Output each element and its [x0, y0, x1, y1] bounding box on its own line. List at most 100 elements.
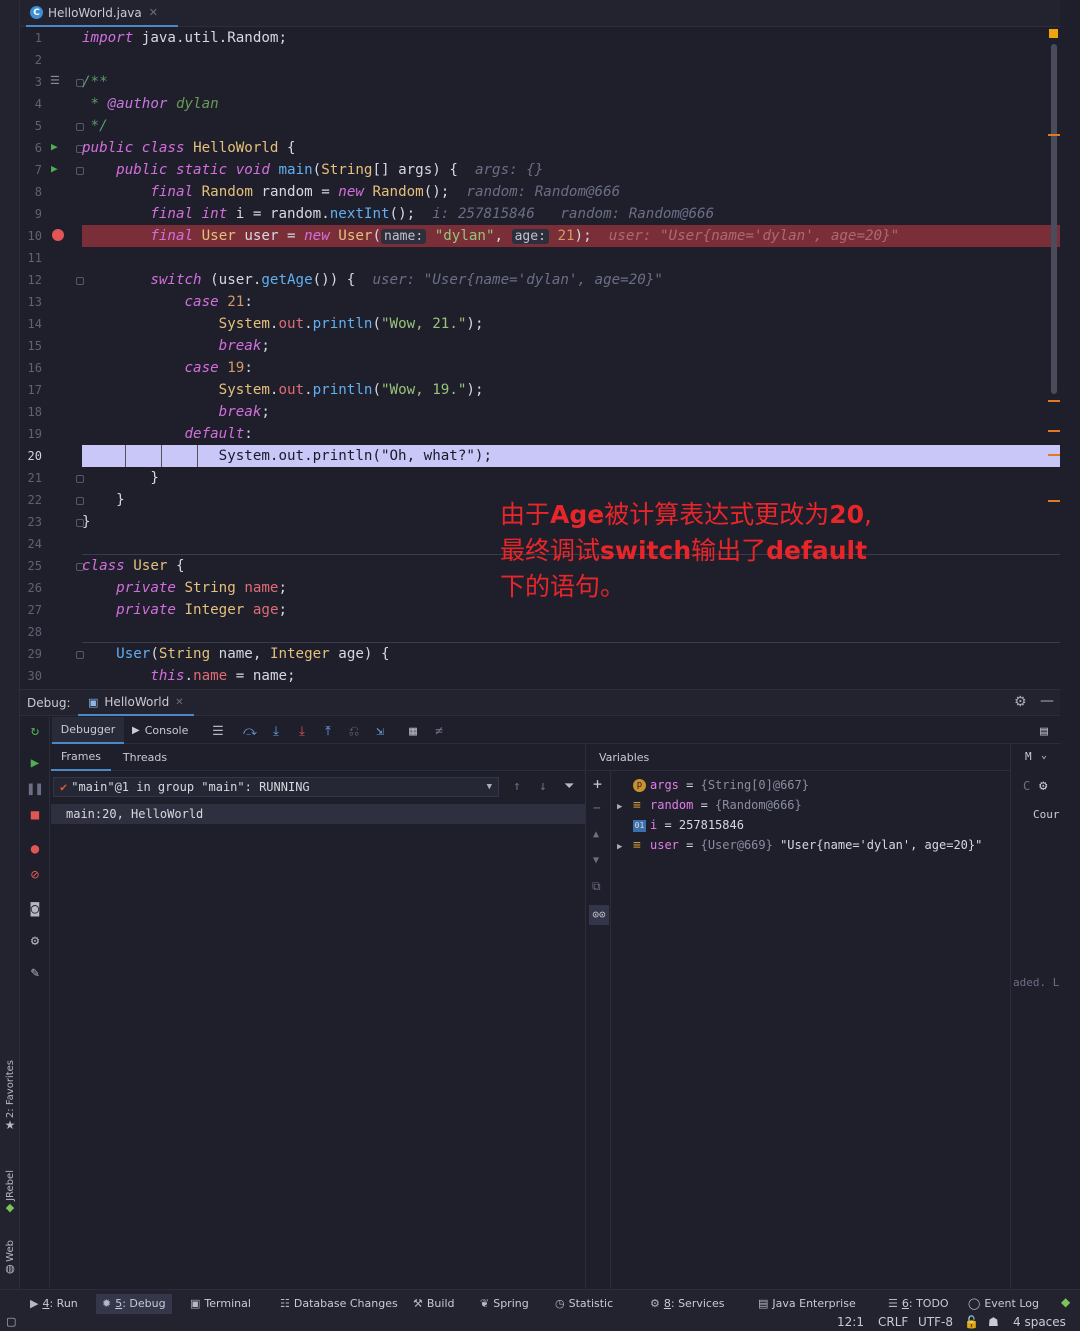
- close-icon[interactable]: ✕: [175, 697, 183, 708]
- tab-debugger[interactable]: Debugger: [52, 717, 124, 744]
- run-to-cursor-icon[interactable]: ⇲: [370, 721, 390, 741]
- debug-session-tab[interactable]: ▣ HelloWorld ✕: [78, 690, 194, 716]
- editor-tab-helloworld[interactable]: C HelloWorld.java ✕: [26, 0, 178, 27]
- line-number[interactable]: 9: [20, 203, 42, 225]
- line-number[interactable]: 6: [20, 137, 42, 159]
- step-into-icon[interactable]: ⤓: [266, 721, 286, 741]
- line-number[interactable]: 18: [20, 401, 42, 423]
- line-number[interactable]: 22: [20, 489, 42, 511]
- trace-icon[interactable]: ≠: [429, 721, 449, 741]
- expand-arrow-icon[interactable]: ▶: [617, 837, 633, 857]
- run-gutter-icon[interactable]: ▶: [51, 162, 58, 175]
- line-number[interactable]: 15: [20, 335, 42, 357]
- tool-tab-3[interactable]: ▣ Terminal: [190, 1294, 251, 1314]
- line-number[interactable]: 3: [20, 71, 42, 93]
- tool-tab-5[interactable]: ⚒ Build: [413, 1294, 455, 1314]
- variable-row[interactable]: ▶ ≡ random = {Random@666}: [617, 795, 802, 815]
- pin-icon[interactable]: ✎: [20, 961, 50, 985]
- arrow-down-icon[interactable]: ↓: [539, 779, 547, 794]
- line-number[interactable]: 11: [20, 247, 42, 269]
- line-number[interactable]: 29: [20, 643, 42, 665]
- jrebel-tab[interactable]: JRebel ◆: [0, 1170, 20, 1230]
- view-breakpoints-icon[interactable]: ●: [20, 837, 50, 861]
- restore-layout-icon[interactable]: ▤: [1034, 721, 1054, 741]
- step-over-icon[interactable]: ⤼: [240, 721, 260, 741]
- pause-icon[interactable]: ❚❚: [20, 777, 50, 801]
- stop-icon[interactable]: ■: [20, 803, 50, 827]
- line-number[interactable]: 14: [20, 313, 42, 335]
- line-separator[interactable]: CRLF: [878, 1313, 908, 1331]
- line-number[interactable]: 21: [20, 467, 42, 489]
- thread-selector[interactable]: ✔ "main"@1 in group "main": RUNNING ▼: [53, 777, 499, 797]
- layout-toggle-icon[interactable]: ▢: [6, 1315, 16, 1328]
- line-number[interactable]: 5: [20, 115, 42, 137]
- copy-icon[interactable]: ⧉: [592, 879, 601, 894]
- tab-frames[interactable]: Frames: [51, 744, 111, 771]
- rerun-icon[interactable]: ↻: [20, 719, 50, 743]
- add-watch-icon[interactable]: +: [593, 775, 602, 793]
- line-number[interactable]: 17: [20, 379, 42, 401]
- variable-row[interactable]: ▶ ≡ user = {User@669} "User{name='dylan', …: [617, 835, 982, 855]
- error-stripe-marker[interactable]: [1048, 134, 1060, 136]
- line-number[interactable]: 4: [20, 93, 42, 115]
- scrollbar-thumb[interactable]: [1051, 44, 1057, 394]
- step-out-icon[interactable]: ⤒: [318, 721, 338, 741]
- line-number[interactable]: 8: [20, 181, 42, 203]
- tool-tab-11[interactable]: ◯ Event Log: [968, 1294, 1039, 1314]
- remove-watch-icon[interactable]: −: [593, 801, 601, 816]
- error-stripe-marker[interactable]: [1048, 400, 1060, 402]
- move-up-icon[interactable]: ▲: [593, 829, 599, 840]
- settings-icon[interactable]: ⚙: [20, 929, 50, 953]
- line-number[interactable]: 26: [20, 577, 42, 599]
- editor-gutter[interactable]: 1 2 3 4 5 6 7 8 9 10 11 12 13 14 15 16 17 18 19 20 21 22 23 24 2…: [20, 27, 84, 687]
- frames-layout-icon[interactable]: ☰: [208, 721, 228, 741]
- evaluate-expression-icon[interactable]: ▦: [403, 721, 423, 741]
- line-number[interactable]: 28: [20, 621, 42, 643]
- drop-frame-icon[interactable]: ⎌: [344, 721, 364, 741]
- line-number[interactable]: 10: [20, 225, 42, 247]
- camera-icon[interactable]: ◙: [20, 897, 50, 921]
- line-number[interactable]: 2: [20, 49, 42, 71]
- refresh-icon[interactable]: C: [1023, 779, 1030, 793]
- gear-icon[interactable]: ⚙: [1014, 694, 1027, 710]
- caret-position[interactable]: 12:1: [837, 1313, 864, 1331]
- editor-scrollbar[interactable]: [1048, 27, 1060, 687]
- resume-icon[interactable]: ▶: [20, 751, 50, 775]
- tool-tab-7[interactable]: ◷ Statistic: [555, 1294, 613, 1314]
- indent-setting[interactable]: 4 spaces: [1013, 1313, 1066, 1331]
- breakpoint-icon[interactable]: [52, 229, 64, 241]
- line-number[interactable]: 19: [20, 423, 42, 445]
- tool-tab-6[interactable]: ❦ Spring: [480, 1294, 529, 1314]
- line-number[interactable]: 23: [20, 511, 42, 533]
- tool-tab-9[interactable]: ▤ Java Enterprise: [758, 1294, 856, 1314]
- tool-tab-1[interactable]: ▶ 4: Run: [30, 1294, 78, 1314]
- error-stripe-marker[interactable]: [1048, 430, 1060, 432]
- line-number[interactable]: 25: [20, 555, 42, 577]
- line-number[interactable]: 24: [20, 533, 42, 555]
- close-icon[interactable]: ✕: [149, 6, 158, 19]
- line-number[interactable]: 27: [20, 599, 42, 621]
- variable-row[interactable]: p args = {String[0]@667}: [617, 775, 809, 795]
- line-number[interactable]: 20: [20, 445, 42, 467]
- web-tab[interactable]: Web ◍: [0, 1240, 20, 1282]
- inspector-icon[interactable]: ☗: [988, 1313, 999, 1331]
- line-number[interactable]: 30: [20, 665, 42, 687]
- filter-icon[interactable]: ⏷: [564, 779, 574, 794]
- line-number[interactable]: 1: [20, 27, 42, 49]
- line-number[interactable]: 16: [20, 357, 42, 379]
- minimize-icon[interactable]: —: [1040, 693, 1054, 709]
- variable-row[interactable]: 01 i = 257815846: [617, 815, 744, 835]
- lock-icon[interactable]: 🔓: [964, 1313, 979, 1331]
- line-number[interactable]: 13: [20, 291, 42, 313]
- glasses-icon[interactable]: ⊙⊙: [589, 905, 609, 925]
- tab-threads[interactable]: Threads: [119, 744, 171, 771]
- jrebel-status-icon[interactable]: ◆: [1061, 1295, 1070, 1309]
- move-down-icon[interactable]: ▼: [593, 855, 599, 866]
- expand-arrow-icon[interactable]: ▶: [617, 797, 633, 817]
- tab-console[interactable]: ▶ Console: [132, 717, 188, 744]
- error-stripe-marker[interactable]: [1048, 500, 1060, 502]
- tool-tab-2[interactable]: ✹ 5: Debug: [96, 1294, 172, 1314]
- tool-tab-4[interactable]: ☷ Database Changes: [280, 1294, 398, 1314]
- chevron-down-icon[interactable]: ⌄: [1041, 750, 1047, 761]
- inspection-status-icon[interactable]: [1049, 29, 1058, 38]
